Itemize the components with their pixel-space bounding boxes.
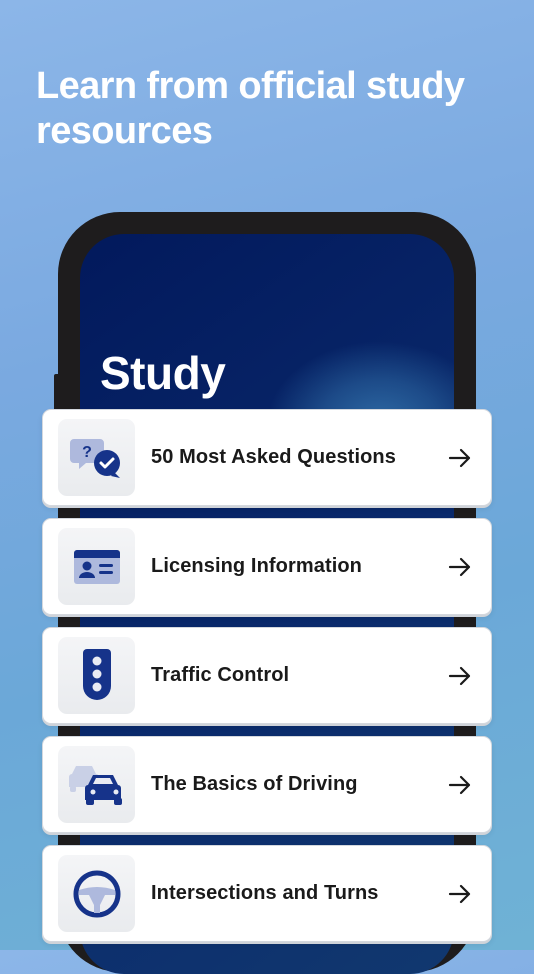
icon-tile bbox=[58, 746, 135, 823]
icon-tile bbox=[58, 855, 135, 932]
study-item-label: The Basics of Driving bbox=[151, 773, 358, 795]
arrow-right-icon bbox=[448, 448, 471, 467]
study-item-label: Traffic Control bbox=[151, 664, 290, 686]
icon-tile bbox=[58, 528, 135, 605]
svg-text:?: ? bbox=[82, 444, 92, 461]
study-item-intersections-and-turns[interactable]: Intersections and Turns bbox=[42, 845, 492, 942]
arrow-right-icon bbox=[448, 557, 471, 576]
steering-wheel-icon bbox=[73, 870, 120, 917]
arrow-right-icon bbox=[448, 775, 471, 794]
study-item-label: 50 Most Asked Questions bbox=[151, 446, 396, 468]
question-chat-icon: ? bbox=[69, 438, 120, 478]
arrow-right-icon bbox=[448, 884, 471, 903]
study-item-label: Licensing Information bbox=[151, 555, 362, 577]
study-item-label: Intersections and Turns bbox=[151, 882, 379, 904]
traffic-light-icon bbox=[82, 648, 111, 700]
icon-tile: ? bbox=[58, 419, 135, 496]
study-item-traffic-control[interactable]: Traffic Control bbox=[42, 627, 492, 724]
arrow-right-icon bbox=[448, 666, 471, 685]
study-item-licensing-information[interactable]: Licensing Information bbox=[42, 518, 492, 615]
id-card-icon bbox=[73, 549, 120, 584]
headline: Learn from official study resources bbox=[36, 65, 465, 152]
screen-title: Study bbox=[100, 347, 226, 399]
cars-icon bbox=[68, 765, 122, 805]
study-item-basics-of-driving[interactable]: The Basics of Driving bbox=[42, 736, 492, 833]
icon-tile bbox=[58, 637, 135, 714]
study-item-most-asked-questions[interactable]: ? 50 Most Asked Questions bbox=[42, 409, 492, 506]
